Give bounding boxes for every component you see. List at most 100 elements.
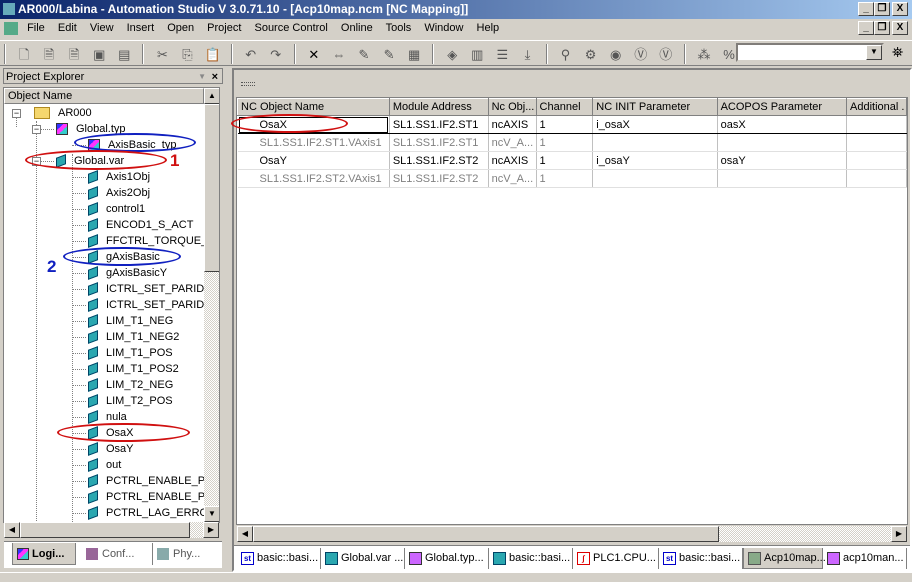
tree-item[interactable]: PCTRL_ENABLE_PA: [88, 489, 212, 505]
list-icon[interactable]: ☰: [493, 47, 511, 65]
paste-icon[interactable]: 📋: [204, 47, 222, 65]
tree-item[interactable]: Axis2Obj: [88, 185, 150, 201]
document-tab[interactable]: Acp10map...: [743, 548, 826, 569]
online-icon[interactable]: Ⓥ: [632, 44, 650, 62]
table-cell[interactable]: 1: [536, 169, 594, 188]
table-cell[interactable]: 1: [536, 115, 594, 134]
document-tab[interactable]: basic::basi...: [489, 548, 573, 569]
table-cell[interactable]: ncV_A...: [488, 169, 537, 188]
restore-button[interactable]: ❐: [874, 2, 890, 16]
close-panel-icon[interactable]: ×: [212, 69, 218, 85]
menu-view[interactable]: View: [90, 22, 114, 34]
tree-item[interactable]: ICTRL_SET_PARID2: [88, 297, 210, 313]
tree-item[interactable]: LIM_T1_POS: [88, 345, 173, 361]
table-row[interactable]: OsaY SL1.SS1.IF2.ST2 ncAXIS 1 i_osaY osaY: [237, 151, 907, 170]
column-header[interactable]: Module Address: [388, 98, 489, 116]
tree-item[interactable]: ICTRL_SET_PARID: [88, 281, 204, 297]
binoculars-icon[interactable]: ⛯: [892, 44, 903, 61]
table-cell[interactable]: [846, 133, 907, 152]
nc-mapping-table[interactable]: NC Object Name Module Address Nc Obj... Cha…: [236, 97, 908, 525]
table-cell[interactable]: i_osaX: [592, 115, 718, 134]
tree-item[interactable]: PCTRL_ENABLE_PA: [88, 473, 212, 489]
collapse-icon[interactable]: −: [32, 125, 41, 134]
tree-item[interactable]: AR000: [34, 105, 92, 121]
table-cell[interactable]: [846, 151, 907, 170]
h-scroll-thumb[interactable]: [253, 526, 719, 542]
search-combo[interactable]: ▼: [736, 43, 884, 62]
menu-window[interactable]: Window: [424, 22, 463, 34]
doc-restore-button[interactable]: ❐: [874, 21, 890, 35]
scroll-up-icon[interactable]: ▲: [204, 88, 219, 104]
table-cell[interactable]: ncAXIS: [488, 151, 537, 170]
edit-all-icon[interactable]: ✎: [380, 47, 398, 65]
table-cell[interactable]: [717, 169, 848, 188]
new-icon[interactable]: 🗋: [15, 46, 33, 64]
open-icon[interactable]: 🗎: [40, 46, 58, 64]
table-cell[interactable]: [717, 133, 848, 152]
doc-minimize-button[interactable]: _: [858, 21, 874, 35]
table-cell[interactable]: SL1.SS1.IF2.ST2: [389, 169, 489, 188]
tree-item[interactable]: out: [88, 457, 121, 473]
column-header[interactable]: NC INIT Parameter: [592, 98, 718, 116]
scroll-right-icon[interactable]: ▶: [203, 522, 219, 538]
breakpoint-icon[interactable]: ⁂: [695, 47, 713, 65]
table-cell[interactable]: i_osaY: [592, 151, 718, 170]
tree-item[interactable]: LIM_T2_NEG: [88, 377, 173, 393]
document-tab[interactable]: Global.typ...: [405, 548, 489, 569]
redo-icon[interactable]: ↷: [267, 47, 285, 65]
tree-item[interactable]: gAxisBasicY: [88, 265, 167, 281]
offline-icon[interactable]: Ⓥ: [657, 44, 675, 62]
table-cell[interactable]: 1: [536, 151, 594, 170]
table-cell[interactable]: [592, 169, 718, 188]
cut-icon[interactable]: ✂: [153, 47, 171, 65]
menu-project[interactable]: Project: [207, 22, 241, 34]
table-cell[interactable]: ncV_A...: [488, 133, 537, 152]
save-all-icon[interactable]: ▤: [115, 47, 133, 65]
document-tab[interactable]: st basic::basi...: [237, 548, 321, 569]
table-cell[interactable]: osaY: [717, 151, 848, 170]
tab-physical-view[interactable]: Phy...: [152, 543, 200, 565]
scroll-down-icon[interactable]: ▼: [204, 506, 219, 522]
table-row[interactable]: SL1.SS1.IF2.ST1.VAxis1 SL1.SS1.IF2.ST1 ncV…: [237, 133, 907, 152]
scroll-left-icon[interactable]: ◀: [4, 522, 20, 538]
scroll-right-icon[interactable]: ▶: [891, 526, 907, 542]
delete-icon[interactable]: ✕: [305, 47, 323, 65]
doc-close-button[interactable]: X: [892, 21, 908, 35]
document-tab[interactable]: Global.var ...: [321, 548, 405, 569]
menu-source-control[interactable]: Source Control: [254, 22, 327, 34]
tree-item[interactable]: PCTRL_LAG_ERRO: [88, 505, 208, 521]
menu-open[interactable]: Open: [167, 22, 194, 34]
collapse-icon[interactable]: −: [12, 109, 21, 118]
table-cell[interactable]: SL1.SS1.IF2.ST2.VAxis1: [237, 169, 390, 188]
column-header[interactable]: NC Object Name: [237, 98, 390, 116]
tree-item[interactable]: control1: [88, 201, 145, 217]
column-header[interactable]: ACOPOS Parameter: [716, 98, 848, 116]
table-cell[interactable]: SL1.SS1.IF2.ST1.VAxis1: [237, 133, 390, 152]
properties-icon[interactable]: ▦: [405, 47, 423, 65]
tab-logical-view[interactable]: Logi...: [12, 543, 76, 565]
column-header[interactable]: Channel: [535, 98, 594, 116]
swap-icon[interactable]: ⇔: [330, 47, 348, 65]
tree-item[interactable]: LIM_T1_NEG2: [88, 329, 179, 345]
trace-icon[interactable]: ⚙: [582, 47, 600, 65]
watch-icon[interactable]: ◉: [607, 47, 625, 65]
document-tab[interactable]: acp10man...: [823, 548, 907, 569]
table-cell[interactable]: SL1.SS1.IF2.ST1: [389, 115, 489, 134]
rebuild-icon[interactable]: ▥: [468, 47, 486, 65]
scroll-left-icon[interactable]: ◀: [237, 526, 253, 542]
tree-item[interactable]: LIM_T1_POS2: [88, 361, 179, 377]
menu-file[interactable]: File: [27, 22, 45, 34]
tree-item[interactable]: OsaY: [88, 441, 134, 457]
table-cell[interactable]: SL1.SS1.IF2.ST2: [389, 151, 489, 170]
table-cell[interactable]: [846, 115, 907, 134]
tree-vertical-scrollbar[interactable]: ▲ ▼: [204, 88, 219, 522]
pin-icon[interactable]: ▼: [198, 69, 206, 85]
table-cell[interactable]: [846, 169, 907, 188]
tree-item[interactable]: LIM_T2_POS: [88, 393, 173, 409]
tree-item[interactable]: Axis1Obj: [88, 169, 150, 185]
menu-insert[interactable]: Insert: [127, 22, 155, 34]
tree-item[interactable]: ENCOD1_S_ACT: [88, 217, 193, 233]
table-cell[interactable]: [592, 133, 718, 152]
table-cell[interactable]: ncAXIS: [488, 115, 537, 134]
table-cell[interactable]: OsaY: [237, 151, 390, 170]
